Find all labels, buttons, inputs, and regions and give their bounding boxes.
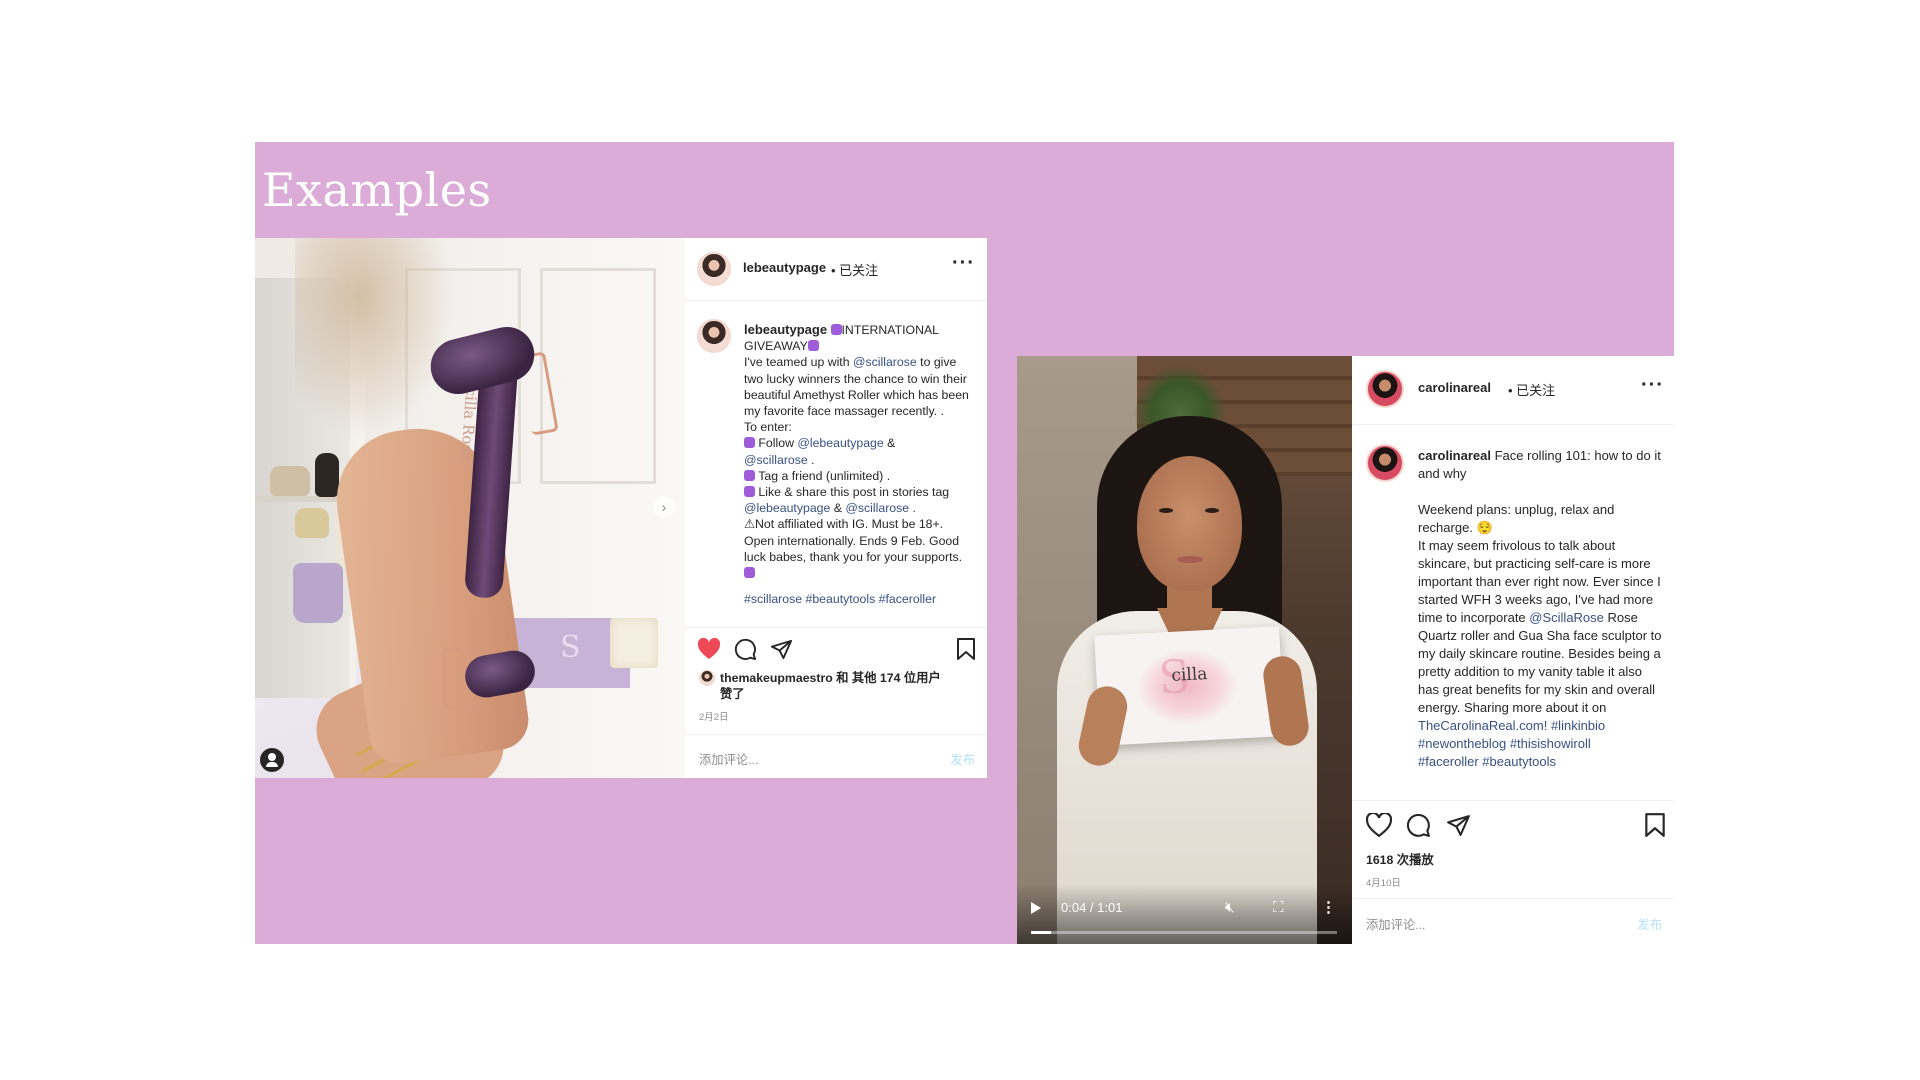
post2-caption: carolinareal Face rolling 101: how to do… (1418, 447, 1664, 799)
jar (270, 466, 310, 496)
hashtag-link[interactable]: #newontheblog (1418, 736, 1506, 751)
post-date: 2月2日 (699, 712, 729, 723)
next-arrow-icon[interactable]: › (653, 496, 675, 518)
post1-header: lebeautypage • 已关注 ··· (685, 238, 987, 301)
view-count[interactable]: 1618 次播放 (1366, 850, 1434, 868)
heart-outline-icon[interactable] (1366, 813, 1392, 837)
mention-link[interactable]: @scillarose (853, 355, 917, 369)
caption-text: . (807, 452, 815, 467)
post1-actions (685, 627, 987, 668)
comment-bar: 添加评论... 发布 (1352, 898, 1674, 944)
caption-text: Rose Quartz roller and Gua Sha face scul… (1418, 610, 1662, 715)
liker-avatar[interactable] (699, 670, 715, 686)
lips (1177, 556, 1203, 563)
purple-heart-icon (744, 567, 755, 579)
caption-username[interactable]: lebeautypage (744, 322, 827, 337)
caption-avatar[interactable] (1366, 444, 1404, 482)
comment-icon[interactable] (1406, 813, 1431, 838)
caption-text: & (830, 501, 846, 516)
avatar[interactable] (697, 252, 731, 286)
mute-icon[interactable]: 🔇︎ (1225, 899, 1234, 916)
slide-title: Examples (262, 163, 492, 217)
video-controls: 0:04 / 1:01 🔇︎ ⛶ ⋮ (1017, 884, 1352, 944)
video-progress-fill (1031, 931, 1052, 934)
hashtag-link[interactable]: #thisishowiroll (1506, 736, 1591, 751)
post2-video[interactable]: S cilla 0:04 / 1:01 🔇︎ ⛶ ⋮ (1017, 356, 1352, 944)
caption-text: I've teamed up with (744, 355, 853, 370)
jar (315, 453, 339, 497)
caption-text: Follow (758, 436, 798, 451)
hashtag-link[interactable]: #faceroller #beautytools (1418, 754, 1556, 769)
face (1137, 456, 1242, 591)
purple-heart-icon (744, 469, 755, 481)
video-time: 0:04 / 1:01 (1061, 900, 1123, 915)
post2-actions (1352, 800, 1674, 845)
share-icon[interactable] (1446, 813, 1471, 838)
comment-input[interactable]: 添加评论... (699, 750, 758, 768)
caption-line: INTERNATIONAL (841, 323, 939, 337)
post-button[interactable]: 发布 (1637, 915, 1662, 933)
eye (1159, 508, 1173, 513)
comment-icon[interactable] (734, 638, 757, 661)
comment-input[interactable]: 添加评论... (1366, 915, 1425, 933)
post-button[interactable]: 发布 (950, 750, 975, 768)
fullscreen-icon[interactable]: ⛶ (1273, 899, 1284, 916)
more-dots-icon[interactable]: ··· (1641, 374, 1664, 397)
comment-bar: 添加评论... 发布 (685, 734, 987, 778)
more-vertical-icon[interactable]: ⋮ (1321, 898, 1336, 916)
mention-link[interactable]: @scillarose (845, 501, 909, 515)
avatar[interactable] (1366, 370, 1404, 408)
post1-panel: lebeautypage • 已关注 ··· lebeautypage INTE… (685, 238, 987, 778)
caption-text: Tag a friend (unlimited) . (758, 468, 891, 483)
purple-heart-icon (744, 437, 755, 449)
heart-filled-icon[interactable] (697, 638, 721, 660)
purple-heart-icon (830, 324, 842, 335)
mention-link[interactable]: @scillarose (744, 453, 808, 467)
caption-username[interactable]: carolinareal (1418, 448, 1491, 463)
follow-status: • 已关注 (1508, 383, 1556, 398)
share-icon[interactable] (770, 638, 793, 661)
play-icon[interactable] (1031, 902, 1041, 914)
mention-link[interactable]: @lebeautypage (797, 436, 883, 450)
jar (295, 508, 329, 538)
bookmark-icon[interactable] (1644, 812, 1666, 838)
box-logo: cilla (1170, 664, 1208, 686)
pampas-grass (295, 238, 455, 438)
caption-text: Like & share this post in stories tag (758, 485, 950, 500)
site-link[interactable]: TheCarolinaReal.com! (1418, 718, 1547, 733)
post2-header: carolinareal • 已关注 ··· (1352, 356, 1674, 425)
bookmark-icon[interactable] (956, 637, 976, 661)
header-username[interactable]: lebeautypage (743, 260, 826, 275)
caption-line: Weekend plans: unplug, relax and recharg… (1418, 502, 1615, 535)
video-progress[interactable] (1031, 931, 1337, 934)
lavender-pouch (293, 563, 343, 623)
caption-line: To enter: (744, 420, 792, 435)
candle (610, 618, 658, 668)
likes-suffix: 赞了 (720, 687, 745, 701)
purple-heart-icon (744, 486, 755, 498)
follow-status: • 已关注 (831, 263, 879, 278)
hashtag-link[interactable]: #linkinbio (1547, 718, 1605, 733)
likes-line[interactable]: themakeupmaestro 和 其他 174 位用户 (720, 671, 941, 685)
header-username[interactable]: carolinareal (1418, 380, 1491, 395)
post1-caption: lebeautypage INTERNATIONAL GIVEAWAY I've… (744, 322, 974, 607)
caption-line: GIVEAWAY (744, 339, 808, 354)
eye (1205, 508, 1219, 513)
mention-link[interactable]: @ScillaRose (1529, 610, 1604, 625)
more-dots-icon[interactable]: ··· (952, 252, 975, 275)
caption-avatar[interactable] (697, 319, 731, 353)
hashtags[interactable]: #scillarose #beautytools #faceroller (744, 592, 936, 606)
box-letter: S (560, 630, 581, 665)
post2-panel: carolinareal • 已关注 ··· carolinareal Face… (1352, 356, 1674, 944)
mention-link[interactable]: @lebeautypage (744, 501, 830, 515)
caption-text: ⚠Not affiliated with IG. Must be 18+. Op… (744, 517, 963, 564)
post-date: 4月10日 (1366, 878, 1401, 889)
post1-photo[interactable]: S Scilla Rose › (255, 238, 685, 778)
purple-heart-icon (807, 340, 819, 352)
caption-text: . (909, 501, 916, 516)
caption-text: & (883, 436, 896, 451)
likes-text: themakeupmaestro 和 其他 174 位用户 赞了 (720, 670, 975, 702)
user-tag-icon[interactable] (260, 748, 284, 772)
